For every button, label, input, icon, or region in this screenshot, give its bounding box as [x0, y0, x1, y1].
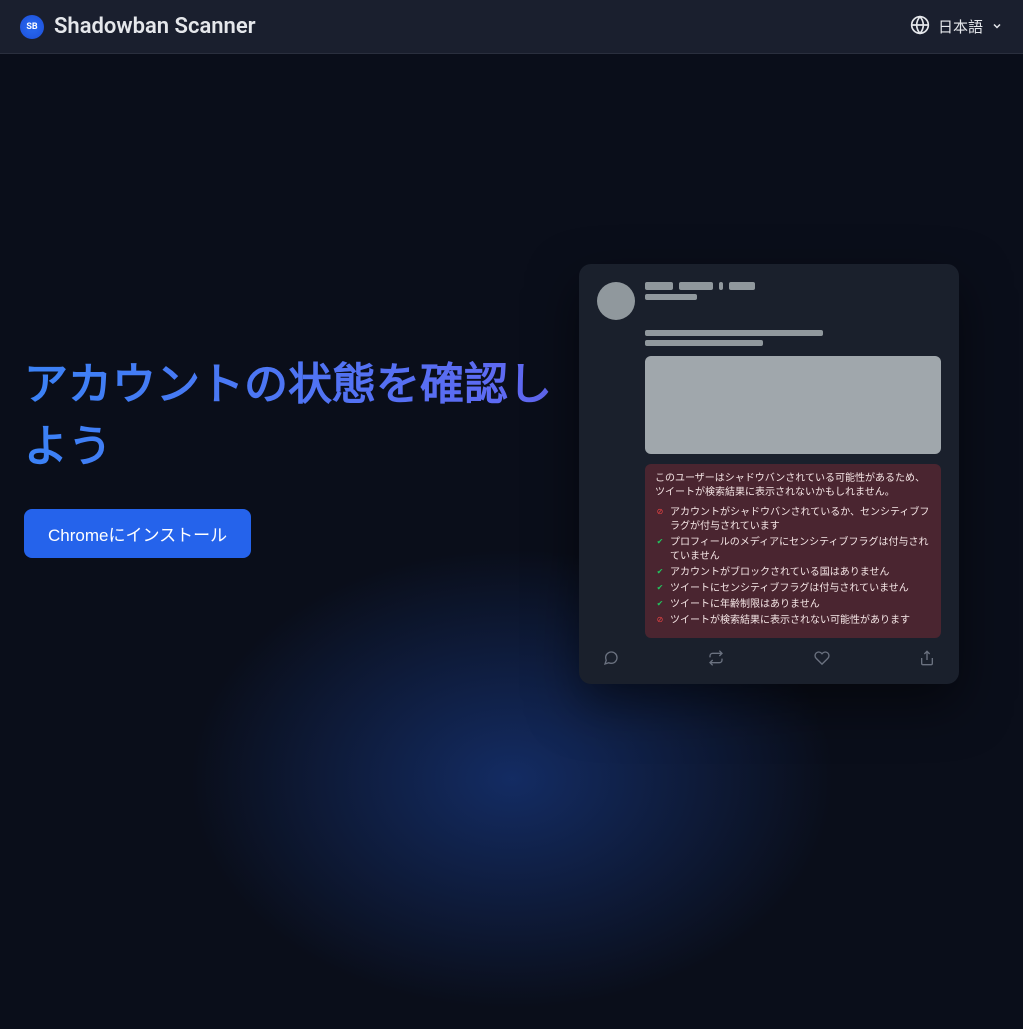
status-text: ツイートが検索結果に表示されない可能性があります — [670, 614, 910, 628]
tweet-actions — [597, 650, 941, 666]
status-item: ✔ ツイートに年齢制限はありません — [655, 598, 931, 612]
check-icon: ✔ — [655, 599, 665, 609]
share-icon[interactable] — [919, 650, 935, 666]
status-text: ツイートにセンシティブフラグは付与されていません — [670, 582, 909, 596]
hero-right: このユーザーはシャドウバンされている可能性があるため、ツイートが検索結果に表示さ… — [579, 114, 999, 729]
header: Shadowban Scanner 日本語 — [0, 0, 1023, 54]
install-chrome-button[interactable]: Chromeにインストール — [24, 509, 251, 558]
status-item: ⊘ アカウントがシャドウバンされているか、センシティブフラグが付与されています — [655, 506, 931, 534]
status-item: ⊘ ツイートが検索結果に表示されない可能性があります — [655, 614, 931, 628]
check-icon: ✔ — [655, 567, 665, 577]
status-item: ✔ アカウントがブロックされている国はありません — [655, 566, 931, 580]
tweet-preview-card: このユーザーはシャドウバンされている可能性があるため、ツイートが検索結果に表示さ… — [579, 264, 959, 684]
check-icon: ✔ — [655, 583, 665, 593]
tweet-meta — [645, 282, 941, 320]
status-warning-text: このユーザーはシャドウバンされている可能性があるため、ツイートが検索結果に表示さ… — [655, 472, 931, 500]
hero-left: アカウントの状態を確認しよう Chromeにインストール — [24, 114, 579, 729]
avatar — [597, 282, 635, 320]
tweet-header — [597, 282, 941, 320]
retweet-icon[interactable] — [708, 650, 724, 666]
chevron-down-icon — [991, 18, 1003, 36]
globe-icon — [910, 15, 930, 39]
shadowban-status-box: このユーザーはシャドウバンされている可能性があるため、ツイートが検索結果に表示さ… — [645, 464, 941, 638]
like-icon[interactable] — [814, 650, 830, 666]
ban-icon: ⊘ — [655, 615, 665, 625]
hero-section: アカウントの状態を確認しよう Chromeにインストール — [0, 54, 1023, 729]
tweet-image-placeholder — [645, 356, 941, 454]
status-item: ✔ プロフィールのメディアにセンシティブフラグは付与されていません — [655, 536, 931, 564]
status-text: プロフィールのメディアにセンシティブフラグは付与されていません — [670, 536, 931, 564]
language-selector[interactable]: 日本語 — [910, 15, 1003, 39]
status-text: アカウントがブロックされている国はありません — [670, 566, 889, 580]
language-label: 日本語 — [938, 16, 983, 37]
status-item: ✔ ツイートにセンシティブフラグは付与されていません — [655, 582, 931, 596]
check-icon: ✔ — [655, 537, 665, 547]
logo-text: Shadowban Scanner — [54, 14, 256, 39]
status-text: アカウントがシャドウバンされているか、センシティブフラグが付与されています — [670, 506, 931, 534]
status-text: ツイートに年齢制限はありません — [670, 598, 820, 612]
hero-title: アカウントの状態を確認しよう — [24, 354, 579, 477]
reply-icon[interactable] — [603, 650, 619, 666]
ban-icon: ⊘ — [655, 507, 665, 517]
logo-icon — [20, 15, 44, 39]
tweet-body-placeholder — [645, 330, 941, 346]
logo-section[interactable]: Shadowban Scanner — [20, 14, 256, 39]
